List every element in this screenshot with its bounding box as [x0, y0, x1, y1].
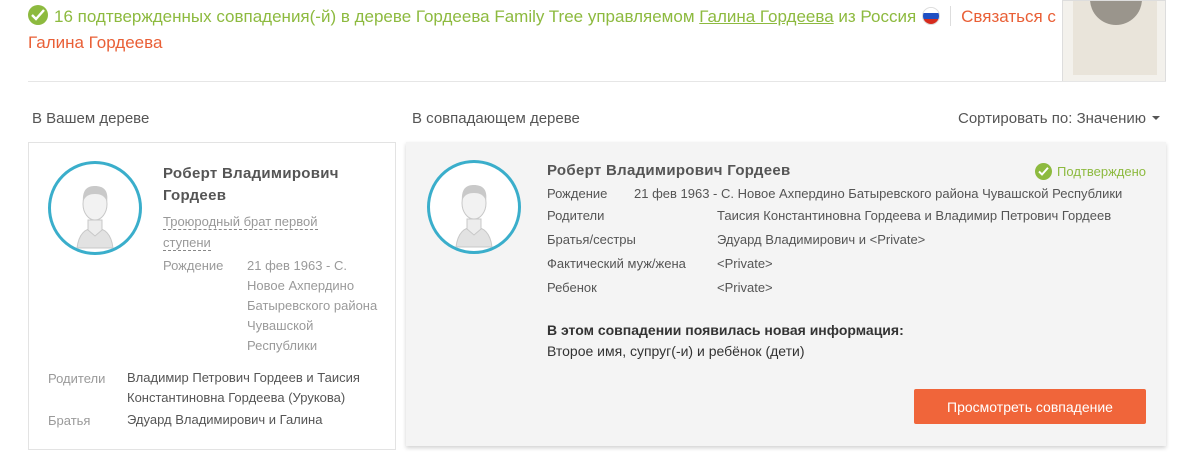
view-match-button[interactable]: Просмотреть совпадение [914, 389, 1146, 424]
family-tree-thumbnail[interactable] [1062, 0, 1166, 82]
manager-link[interactable]: Галина Гордеева [699, 7, 833, 26]
detail-label: Ребенок [547, 280, 597, 295]
person-name[interactable]: Роберт Владимирович Гордеев [547, 162, 791, 179]
detail-value: 21 фев 1963 - С. Новое Ахпердино Батырев… [634, 186, 1123, 201]
detail-row-spouse: Фактический муж/жена <Private> [547, 256, 773, 271]
status-text: Подтверждено [1057, 164, 1146, 179]
detail-value: Эдуард Владимирович и <Private> [717, 232, 926, 247]
your-tree-heading: В Вашем дереве [32, 110, 150, 127]
detail-row-parents: Родители Таисия Константиновна Гордеева и… [547, 208, 1111, 223]
caret-down-icon [1152, 116, 1160, 120]
check-circle-icon [1035, 163, 1053, 180]
person-silhouette-icon [455, 185, 493, 248]
birth-label: Рождение [163, 258, 224, 273]
sort-label: Сортировать по: Значению [957, 110, 1146, 127]
country-text: из Россия [838, 7, 917, 26]
relationship-text[interactable]: Троюродный брат первой ступени [163, 211, 363, 253]
birth-value: 21 фев 1963 - С. Новое Ахпердино Батырев… [247, 258, 378, 353]
siblings-label: Братья [48, 413, 91, 428]
detail-row-birth: Рождение 21 фев 1963 - С. Новое Ахпердино… [547, 186, 1122, 201]
new-info-text: Второе имя, супруг(-и) и ребёнок (дети) [547, 343, 805, 359]
header-separator [950, 6, 952, 26]
detail-label: Родители [547, 208, 605, 223]
siblings-value: Эдуард Владимирович и Галина [127, 412, 323, 427]
match-summary: 16 подтвержденных совпадения(-й) в дерев… [28, 4, 1058, 56]
confirmed-badge: Подтверждено [1035, 163, 1146, 180]
header-divider [28, 81, 1166, 82]
your-tree-card: Роберт Владимирович Гордеев Троюродный б… [28, 142, 396, 450]
person-name[interactable]: Роберт Владимирович Гордеев [163, 163, 373, 207]
avatar[interactable] [427, 160, 521, 254]
parents-value: Владимир Петрович Гордеев и Таисия Конст… [127, 370, 360, 405]
detail-label: Фактический муж/жена [547, 256, 686, 271]
new-info-title: В этом совпадении появилась новая информ… [547, 322, 904, 338]
parents-label: Родители [48, 371, 106, 386]
detail-row-siblings: Братья/сестры Эдуард Владимирович и <Priv… [547, 232, 925, 247]
detail-value: Таисия Константиновна Гордеева и Владими… [717, 208, 1112, 223]
summary-text: 16 подтвержденных совпадения(-й) в дерев… [54, 7, 695, 26]
matching-tree-heading: В совпадающем дереве [412, 110, 580, 127]
detail-row-child: Ребенок <Private> [547, 280, 773, 295]
detail-label: Рождение [547, 186, 608, 201]
detail-label: Братья/сестры [547, 232, 636, 247]
detail-value: <Private> [717, 280, 773, 295]
russia-flag-icon [922, 7, 941, 25]
detail-value: <Private> [717, 256, 773, 271]
avatar[interactable] [48, 161, 142, 255]
check-circle-icon [28, 5, 48, 25]
person-silhouette-icon [76, 186, 114, 249]
tree-image-icon [1073, 1, 1157, 75]
match-tree-card: Роберт Владимирович Гордеев Подтверждено… [406, 142, 1166, 446]
sort-dropdown[interactable]: Сортировать по: Значению [958, 110, 1160, 127]
